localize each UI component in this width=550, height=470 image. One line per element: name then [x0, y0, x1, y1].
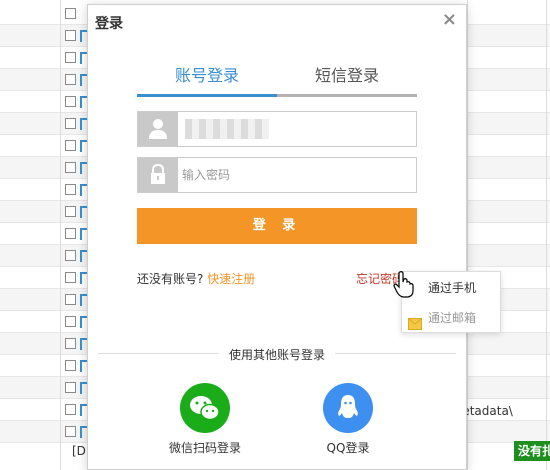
- row-checkbox[interactable]: [65, 96, 76, 107]
- register-link[interactable]: 快速注册: [207, 272, 255, 286]
- row-checkbox[interactable]: [65, 30, 76, 41]
- tab-account-login[interactable]: 账号登录: [137, 62, 277, 98]
- login-dialog: 登录 × 账号登录 短信登录 登 录 还没有账号? 快速注册 忘记密码 使用其他…: [87, 4, 467, 470]
- row-checkbox[interactable]: [65, 382, 76, 393]
- row-checkbox[interactable]: [65, 52, 76, 63]
- close-icon[interactable]: ×: [442, 9, 457, 31]
- row-checkbox[interactable]: [65, 118, 76, 129]
- menu-item-label: 通过邮箱: [428, 311, 477, 325]
- register-prompt: 还没有账号?: [137, 272, 204, 286]
- forgot-password-link[interactable]: 忘记密码: [356, 270, 404, 287]
- qq-login-label: QQ登录: [326, 441, 370, 455]
- row-checkbox[interactable]: [65, 250, 76, 261]
- user-icon: [138, 112, 178, 146]
- wechat-login[interactable]: 微信扫码登录: [150, 383, 260, 456]
- row-checkbox[interactable]: [65, 360, 76, 371]
- mail-icon: [408, 312, 422, 340]
- dialog-title: 登录: [95, 16, 123, 32]
- row-checkbox[interactable]: [65, 74, 76, 85]
- tab-sms-login[interactable]: 短信登录: [277, 62, 417, 98]
- other-login-label: 使用其他账号登录: [218, 348, 335, 362]
- wechat-icon[interactable]: [180, 383, 230, 433]
- password-field: [137, 157, 417, 193]
- tab-underline: [137, 94, 417, 97]
- row-checkbox[interactable]: [65, 272, 76, 283]
- wechat-login-label: 微信扫码登录: [168, 441, 241, 455]
- other-login-heading: 使用其他账号登录: [88, 346, 466, 363]
- row-checkbox[interactable]: [65, 228, 76, 239]
- lock-icon: [138, 158, 178, 192]
- table-cell-text: letadata\: [459, 404, 513, 418]
- row-checkbox[interactable]: [65, 8, 76, 19]
- username-field: [137, 111, 417, 147]
- row-checkbox[interactable]: [65, 426, 76, 437]
- row-checkbox[interactable]: [65, 162, 76, 173]
- row-checkbox[interactable]: [65, 338, 76, 349]
- qq-icon[interactable]: [323, 383, 373, 433]
- password-input[interactable]: [180, 158, 414, 192]
- row-checkbox[interactable]: [65, 316, 76, 327]
- status-badge: 没有扎: [514, 441, 550, 461]
- menu-item-reset-by-phone[interactable]: 通过手机: [402, 274, 500, 302]
- table-column-divider: [467, 0, 468, 470]
- row-checkbox[interactable]: [65, 294, 76, 305]
- menu-item-label: 通过手机: [428, 281, 477, 295]
- table-column-divider: [60, 0, 61, 470]
- qq-login[interactable]: QQ登录: [293, 383, 403, 456]
- login-tabs: 账号登录 短信登录: [137, 62, 417, 98]
- forgot-password-menu: 通过手机 通过邮箱: [401, 271, 501, 333]
- tab-underline-active: [137, 94, 277, 97]
- row-checkbox[interactable]: [65, 404, 76, 415]
- username-input[interactable]: [180, 112, 414, 146]
- row-checkbox[interactable]: [65, 184, 76, 195]
- row-checkbox[interactable]: [65, 206, 76, 217]
- menu-item-reset-by-email[interactable]: 通过邮箱: [402, 304, 500, 332]
- row-checkbox[interactable]: [65, 140, 76, 151]
- table-column-divider: [546, 0, 547, 470]
- table-cell-text: [D: [72, 444, 86, 458]
- register-row: 还没有账号? 快速注册: [137, 270, 255, 287]
- login-button[interactable]: 登 录: [137, 208, 417, 244]
